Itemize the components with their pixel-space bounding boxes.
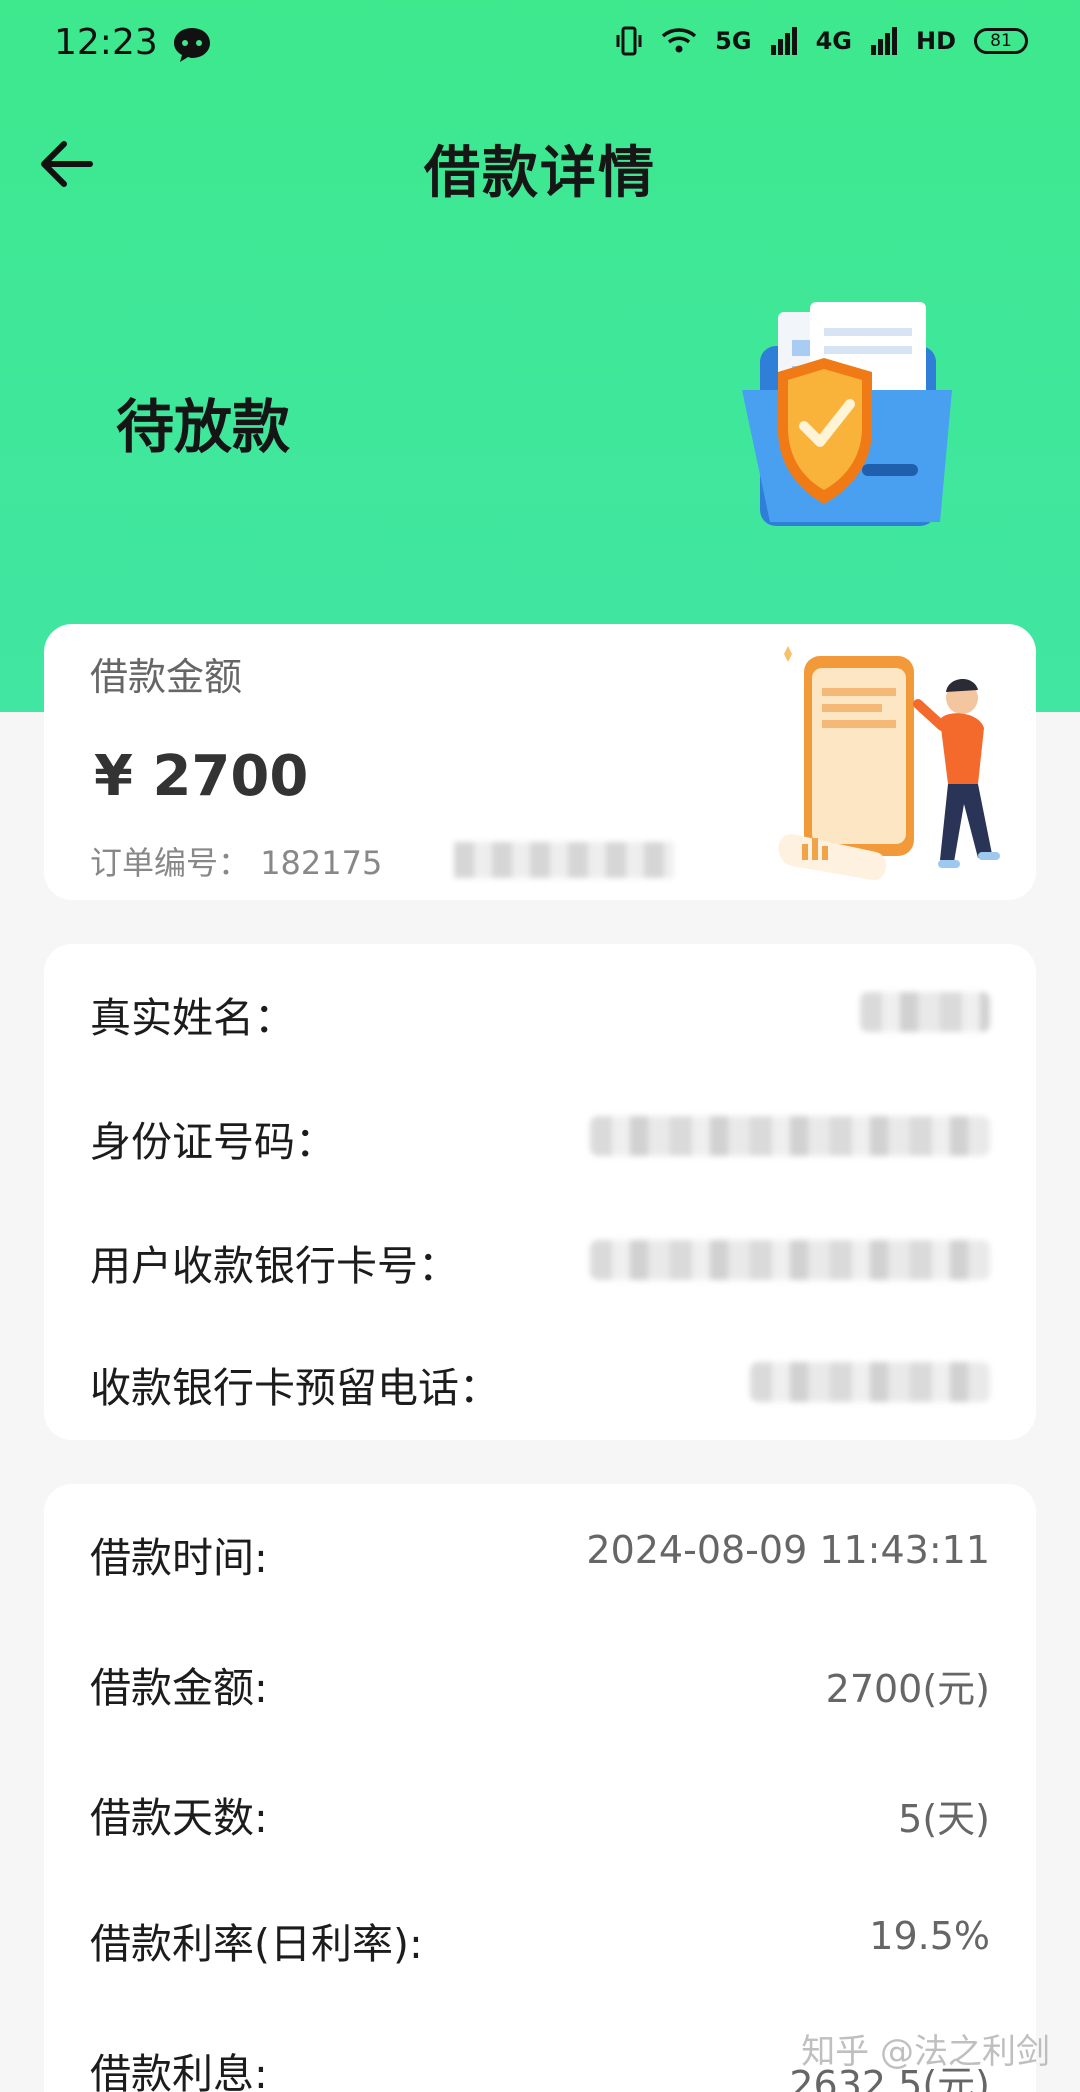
order-number-line: 订单编号： 182175 — [90, 838, 382, 884]
vibrate-icon — [616, 26, 642, 56]
battery-level: 81 — [990, 31, 1012, 51]
id-number-redaction — [590, 1116, 990, 1156]
loan-info-row: 借款天数: 5(天) — [90, 1784, 990, 1844]
status-bar: 12:23 5G 4G HD 81 — [0, 0, 1080, 92]
user-info-row: 收款银行卡预留电话： — [90, 1354, 990, 1414]
order-number-value: 182175 — [260, 844, 383, 882]
page-title: 借款详情 — [424, 141, 656, 206]
user-info-row: 真实姓名： — [90, 984, 990, 1044]
loan-amount-row-label: 借款金额: — [90, 1664, 268, 1712]
user-info-row: 身份证号码： — [90, 1108, 990, 1168]
real-name-redaction — [860, 992, 990, 1032]
folder-shield-illustration — [742, 302, 952, 526]
signal-5g-icon: 5G — [715, 27, 752, 55]
status-icons: 5G 4G HD 81 — [615, 26, 1028, 56]
status-time: 12:23 — [54, 22, 158, 63]
bank-card-redaction — [590, 1240, 990, 1280]
loan-detail-page: 12:23 5G 4G HD 81 借款详情 待放款 借款金额 ¥ 2700 订… — [0, 0, 1080, 2092]
signal-bars-icon-2 — [870, 27, 897, 55]
order-number-redaction — [454, 842, 674, 878]
phone-person-illustration — [778, 646, 1000, 881]
loan-days-label: 借款天数: — [90, 1794, 268, 1842]
loan-info-row: 借款时间: 2024-08-09 11:43:11 — [90, 1524, 990, 1584]
bank-card-label: 用户收款银行卡号： — [90, 1242, 459, 1290]
loan-info-card: 借款时间: 2024-08-09 11:43:11 借款金额: 2700(元) … — [44, 1484, 1036, 2092]
loan-status-label: 待放款 — [116, 393, 291, 461]
loan-time-label: 借款时间: — [90, 1534, 268, 1582]
user-info-card: 真实姓名： 身份证号码： 用户收款银行卡号： 收款银行卡预留电话： — [44, 944, 1036, 1440]
loan-amount-value: ¥ 2700 — [94, 744, 309, 809]
loan-time-value: 2024-08-09 11:43:11 — [586, 1528, 990, 1572]
real-name-label: 真实姓名： — [90, 994, 295, 1042]
bank-phone-label: 收款银行卡预留电话： — [90, 1364, 500, 1412]
loan-info-row: 借款金额: 2700(元) — [90, 1654, 990, 1714]
signal-bars-icon — [770, 27, 797, 55]
battery-icon: 81 — [974, 28, 1028, 54]
daily-rate-value: 19.5% — [869, 1914, 990, 1958]
id-number-label: 身份证号码： — [90, 1118, 336, 1166]
chat-bubble-icon — [174, 28, 210, 62]
hd-icon: HD — [915, 27, 956, 55]
loan-amount-row-value: 2700(元) — [825, 1667, 990, 1711]
daily-rate-label: 借款利率(日利率): — [90, 1920, 423, 1968]
user-info-row: 用户收款银行卡号： — [90, 1232, 990, 1292]
signal-4g-icon: 4G — [815, 27, 852, 55]
loan-interest-label: 借款利息: — [90, 2050, 268, 2092]
zhihu-watermark: 知乎 @法之利剑 — [801, 2032, 1050, 2072]
loan-days-value: 5(天) — [898, 1797, 990, 1841]
loan-info-row: 借款利率(日利率): 19.5% — [90, 1910, 990, 1970]
order-number-label: 订单编号： — [90, 844, 251, 882]
loan-summary-card: 借款金额 ¥ 2700 订单编号： 182175 — [44, 624, 1036, 900]
loan-amount-label: 借款金额 — [90, 655, 243, 699]
wifi-icon — [662, 28, 697, 53]
bank-phone-redaction — [750, 1362, 990, 1402]
